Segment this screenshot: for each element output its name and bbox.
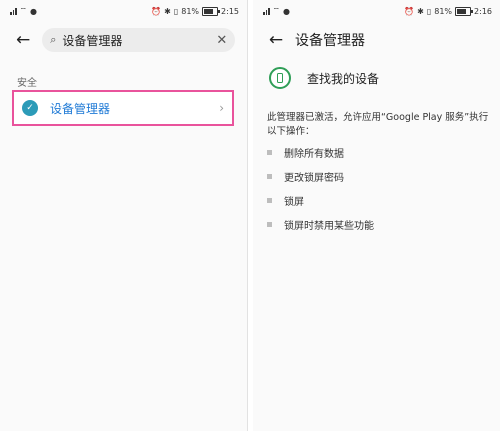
battery-icon [455,6,474,16]
message-icon: ● [30,6,38,16]
shield-check-icon: ✓ [22,100,38,116]
permission-label: 锁屏 [284,196,304,208]
bluetooth-icon: ✱ [417,6,424,16]
search-row: ← ⌕ ✕ [16,28,236,52]
alarm-icon: ⏰ [404,6,415,16]
search-input[interactable] [62,33,213,47]
permission-list: 删除所有数据 更改锁屏密码 锁屏 锁屏时禁用某些功能 [267,140,493,236]
status-right: ⏰ ✱ ▯ 81% 2:16 [404,6,492,16]
bluetooth-icon: ✱ [164,6,171,16]
status-left: ⌔ ● [10,6,37,16]
permission-label: 更改锁屏密码 [284,172,344,184]
result-item-device-manager[interactable]: ✓ 设备管理器 › [12,90,234,126]
status-bar: ⌔ ● ⏰ ✱ ▯ 81% 2:16 [253,0,500,22]
chevron-right-icon: › [219,101,224,115]
page-title: 设备管理器 [295,33,365,49]
battery-percent: 81% [181,6,200,16]
permission-item: 删除所有数据 [267,140,493,164]
search-results-screen: ⌔ ● ⏰ ✱ ▯ 81% 2:15 ← ⌕ ✕ 安全 ✓ 设备管理器 [0,0,248,431]
status-bar: ⌔ ● ⏰ ✱ ▯ 81% 2:15 [0,0,247,22]
wifi-icon: ⌔ [272,6,281,15]
battery-percent: 81% [434,6,453,16]
status-time: 2:15 [221,6,239,16]
app-row: 查找我的设备 [269,67,379,89]
permission-item: 锁屏 [267,188,493,212]
bullet-icon [267,149,272,155]
status-time: 2:16 [474,6,492,16]
message-icon: ● [283,6,291,16]
section-label: 安全 [17,78,37,89]
search-box[interactable]: ⌕ ✕ [42,28,236,52]
permission-item: 锁屏时禁用某些功能 [267,212,493,236]
permission-label: 删除所有数据 [284,148,344,160]
back-arrow-icon[interactable]: ← [16,30,30,50]
device-manager-screen: ⌔ ● ⏰ ✱ ▯ 81% 2:16 ← 设备管理器 查找我的设备 此管理器已激… [253,0,500,431]
screenshot-pair: ⌔ ● ⏰ ✱ ▯ 81% 2:15 ← ⌕ ✕ 安全 ✓ 设备管理器 [0,0,500,431]
permission-item: 更改锁屏密码 [267,164,493,188]
alarm-icon: ⏰ [151,6,162,16]
signal-icon [10,7,17,15]
clear-icon[interactable]: ✕ [216,33,227,48]
battery-icon [202,6,221,16]
signal-icon [263,7,270,15]
vibrate-icon: ▯ [173,6,179,16]
wifi-icon: ⌔ [19,6,28,15]
back-arrow-icon[interactable]: ← [267,30,285,50]
vibrate-icon: ▯ [426,6,432,16]
search-icon: ⌕ [50,33,57,46]
result-label: 设备管理器 [50,101,111,116]
title-row: ← 设备管理器 [267,30,365,50]
find-my-device-icon [269,67,291,89]
bullet-icon [267,197,272,203]
bullet-icon [267,173,272,179]
description: 此管理器已激活，允许应用“Google Play 服务”执行以下操作： [267,112,489,137]
status-left: ⌔ ● [263,6,290,16]
permission-label: 锁屏时禁用某些功能 [284,220,374,232]
bullet-icon [267,221,272,227]
status-right: ⏰ ✱ ▯ 81% 2:15 [151,6,239,16]
app-name: 查找我的设备 [307,71,380,86]
